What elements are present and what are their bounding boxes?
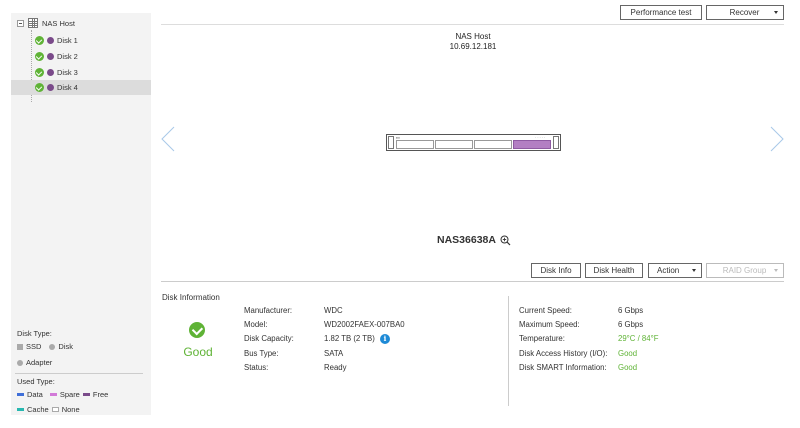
legend-none-label: None [61, 405, 80, 414]
tree-node-label: Disk 4 [57, 83, 78, 92]
enclosure-model: NAS36638A [437, 234, 511, 246]
none-color-icon [51, 407, 59, 412]
status-ok-icon [35, 36, 44, 45]
performance-test-button[interactable]: Performance test [620, 5, 702, 20]
enclosure-model-label: NAS36638A [437, 234, 496, 246]
field-label: Temperature: [519, 334, 565, 343]
field-value: 6 Gbps [618, 320, 644, 329]
disk-free-icon [47, 69, 54, 76]
sidebar: NAS Host Disk 1 Disk 2 Disk 3 Disk 4 Dis… [11, 13, 151, 415]
disk-free-icon [47, 84, 54, 91]
field-value: 6 Gbps [618, 306, 644, 315]
enclosure-image: ▪▪▪ ····· [386, 134, 561, 151]
field-label: Maximum Speed: [519, 320, 580, 329]
nas-host-icon [28, 18, 38, 28]
disk-free-icon [47, 37, 54, 44]
data-color-icon [17, 393, 24, 396]
field-label: Disk Access History (I/O): [519, 349, 608, 358]
tree-node-disk-2[interactable]: Disk 2 [11, 49, 151, 64]
disk-bay-4[interactable] [513, 140, 551, 149]
field-label: Status: [244, 363, 269, 372]
legend-divider [15, 373, 143, 374]
tree-node-label: Disk 2 [57, 52, 78, 61]
legend-ssd-label: SSD [26, 342, 42, 351]
field-value: SATA [324, 349, 344, 358]
legend-cache-label: Cache [27, 405, 49, 414]
recover-dropdown[interactable]: Recover [706, 5, 784, 20]
rack-ear-left [388, 136, 394, 149]
legend-spare-label: Spare [59, 390, 80, 399]
health-good-icon [189, 322, 205, 338]
ssd-icon [17, 343, 23, 350]
host-ip: 10.69.12.181 [449, 42, 497, 51]
field-value: 1.82 TB (2 TB) [324, 334, 375, 343]
disk-health-button[interactable]: Disk Health [585, 263, 643, 278]
action-label: Action [657, 266, 680, 275]
raid-group-dropdown[interactable]: RAID Group [706, 263, 784, 278]
info-icon[interactable]: i [380, 334, 390, 344]
toolbar-divider [161, 24, 784, 25]
column-divider [508, 296, 509, 406]
disk-icon [49, 343, 56, 350]
temperature-value: 29°C / 84°F [618, 334, 659, 343]
raid-group-label: RAID Group [722, 266, 767, 275]
field-value: WD2002FAEX-007BA0 [324, 320, 405, 329]
status-ok-icon [35, 52, 44, 61]
tree-node-nas-host[interactable]: NAS Host [17, 16, 75, 30]
legend-disk-label: Disk [58, 342, 74, 351]
chevron-down-icon [774, 11, 778, 14]
field-label: Current Speed: [519, 306, 572, 315]
field-label: Bus Type: [244, 349, 279, 358]
chevron-down-icon [774, 269, 778, 272]
zoom-in-icon[interactable] [500, 235, 511, 246]
status-ok-icon [35, 83, 44, 92]
disk-information-title: Disk Information [162, 293, 220, 302]
tree-node-disk-4[interactable]: Disk 4 [11, 80, 151, 95]
legend-title: Used Type: [17, 377, 55, 386]
field-label: Model: [244, 320, 268, 329]
tree-node-label: Disk 3 [57, 68, 78, 77]
disk-bay-3[interactable] [474, 140, 512, 149]
previous-arrow-icon[interactable] [161, 126, 175, 152]
host-name: NAS Host [455, 32, 491, 41]
legend-data-label: Data [27, 390, 43, 399]
legend-title: Disk Type: [17, 329, 52, 338]
spare-color-icon [49, 393, 57, 396]
legend-adapter-label: Adapter [26, 358, 53, 367]
rack-ear-right [553, 136, 559, 149]
recover-label: Recover [729, 8, 760, 17]
health-status: Good [183, 345, 213, 359]
tree-node-disk-3[interactable]: Disk 3 [11, 65, 151, 80]
field-value: Ready [324, 363, 347, 372]
action-dropdown[interactable]: Action [648, 263, 702, 278]
access-history-value: Good [618, 349, 638, 358]
disk-bay-2[interactable] [435, 140, 473, 149]
enclosure-logo: ▪▪▪ [396, 135, 400, 140]
used-type-legend: Used Type: Data Spare Free Cache None [17, 375, 108, 416]
tree-node-label: NAS Host [42, 18, 75, 28]
field-label: Disk Capacity: [244, 334, 294, 343]
next-arrow-icon[interactable] [770, 126, 784, 152]
legend-free-label: Free [92, 390, 109, 399]
adapter-icon [17, 359, 23, 366]
disk-info-button[interactable]: Disk Info [531, 263, 581, 278]
smart-info-value: Good [618, 363, 638, 372]
cache-color-icon [17, 408, 24, 411]
disk-bay-1[interactable] [396, 140, 434, 149]
free-color-icon [82, 393, 90, 396]
field-label: Disk SMART Information: [519, 363, 607, 372]
chevron-down-icon [692, 269, 696, 272]
tree-node-disk-1[interactable]: Disk 1 [11, 33, 151, 48]
disk-type-legend: Disk Type: SSD Disk Adapter [17, 327, 73, 369]
info-divider [161, 281, 784, 282]
field-label: Manufacturer: [244, 306, 293, 315]
collapse-icon[interactable] [17, 19, 24, 27]
field-value: WDC [324, 306, 343, 315]
status-ok-icon [35, 68, 44, 77]
disk-free-icon [47, 53, 54, 60]
tree-node-label: Disk 1 [57, 36, 78, 45]
